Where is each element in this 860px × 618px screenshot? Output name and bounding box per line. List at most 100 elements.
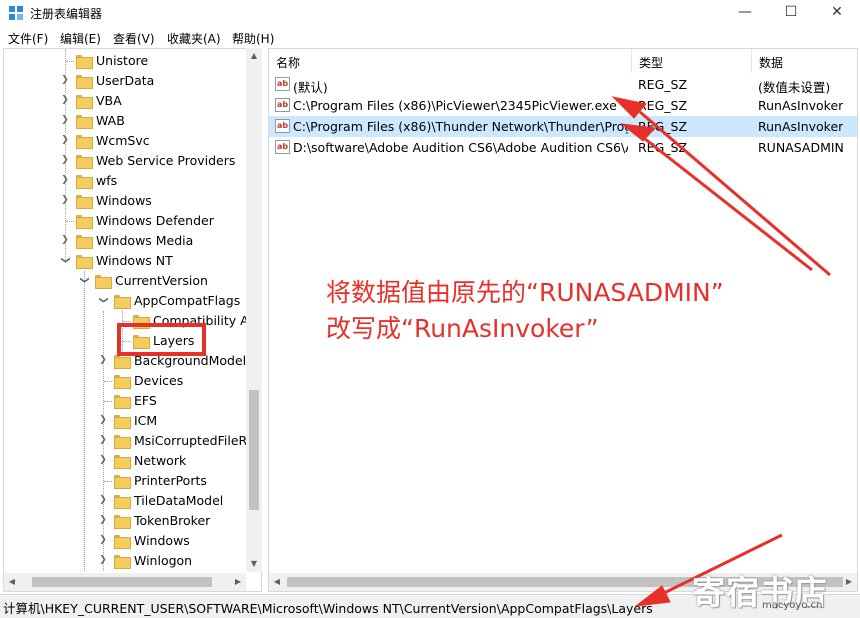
list-row-thunder[interactable]: ab C:\Program Files (x86)\Thunder Networ… xyxy=(269,116,857,137)
close-button[interactable]: ✕ xyxy=(814,0,860,26)
value-name: C:\Program Files (x86)\Thunder Network\T… xyxy=(293,119,628,134)
list-row-default[interactable]: ab (默认) REG_SZ (数值未设置) xyxy=(269,74,857,95)
folder-icon xyxy=(114,375,131,389)
chevron-right-icon[interactable]: ❯ xyxy=(60,195,70,205)
tree-item-label: WcmSvc xyxy=(96,133,150,148)
folder-icon xyxy=(76,75,93,89)
tree-item-windows[interactable]: ❯ Windows xyxy=(4,191,250,211)
tree-item-network[interactable]: ❯ Network xyxy=(4,451,250,471)
menu-favorites[interactable]: 收藏夹(A) xyxy=(167,30,221,47)
chevron-right-icon[interactable]: ❯ xyxy=(60,175,70,185)
tree-item-printerports[interactable]: PrinterPorts xyxy=(4,471,250,491)
annotation-line-1: 将数据值由原先的“RUNASADMIN” xyxy=(326,278,724,307)
minimize-button[interactable]: — xyxy=(722,0,768,26)
menu-file[interactable]: 文件(F) xyxy=(8,30,48,47)
value-type: REG_SZ xyxy=(638,77,688,92)
tree-item-userdata[interactable]: ❯ UserData xyxy=(4,71,250,91)
list-row-picviewer[interactable]: ab C:\Program Files (x86)\PicViewer\2345… xyxy=(269,95,857,116)
tree-item-vba[interactable]: ❯ VBA xyxy=(4,91,250,111)
tree-item-label: Windows Defender xyxy=(96,213,214,228)
tree-horizontal-scrollbar[interactable]: ◀ ▶ xyxy=(4,573,246,591)
chevron-down-icon[interactable]: ❯ xyxy=(60,255,70,265)
column-header-type[interactable]: 类型 xyxy=(632,49,752,73)
chevron-right-icon[interactable]: ❯ xyxy=(98,355,108,365)
tree-item-devices[interactable]: Devices xyxy=(4,371,250,391)
tree-item-winlogon[interactable]: ❯ Winlogon xyxy=(4,551,250,571)
chevron-right-icon[interactable]: ❯ xyxy=(98,435,108,445)
tree-item-wcmsvc[interactable]: ❯ WcmSvc xyxy=(4,131,250,151)
tree-item-tiledatamodel[interactable]: ❯ TileDataModel xyxy=(4,491,250,511)
scroll-up-icon[interactable]: ▲ xyxy=(246,48,262,64)
tree-item-label: CurrentVersion xyxy=(115,273,208,288)
chevron-right-icon[interactable]: ❯ xyxy=(60,155,70,165)
tree-item-label: Unistore xyxy=(96,53,149,68)
chevron-down-icon[interactable]: ❯ xyxy=(98,295,108,305)
registry-tree[interactable]: Unistore ❯ UserData ❯ VBA ❯ WAB ❯ WcmSvc… xyxy=(3,48,262,592)
tree-item-appcompatflags[interactable]: ❯ AppCompatFlags xyxy=(4,291,250,311)
tree-item-wab[interactable]: ❯ WAB xyxy=(4,111,250,131)
string-value-icon: ab xyxy=(275,77,290,91)
value-type: REG_SZ xyxy=(638,98,688,113)
chevron-right-icon[interactable]: ❯ xyxy=(60,115,70,125)
tree-item-msicorruptedfilerecovery[interactable]: ❯ MsiCorruptedFileRe xyxy=(4,431,254,451)
scroll-left-icon[interactable]: ◀ xyxy=(269,573,285,591)
chevron-right-icon[interactable]: ❯ xyxy=(60,235,70,245)
chevron-right-icon[interactable]: ❯ xyxy=(98,535,108,545)
chevron-right-icon[interactable]: ❯ xyxy=(98,495,108,505)
column-header-name[interactable]: 名称 xyxy=(269,49,632,73)
highlight-box-layers xyxy=(117,323,206,356)
list-row-audition[interactable]: ab D:\software\Adobe Audition CS6\Adobe … xyxy=(269,137,857,158)
annotation-line-2: 改写成“RunAsInvoker” xyxy=(326,314,599,343)
tree-item-wfs[interactable]: ❯ wfs xyxy=(4,171,250,191)
menu-view[interactable]: 查看(V) xyxy=(113,30,155,47)
tree-item-label: Devices xyxy=(134,373,184,388)
tree-item-label: TileDataModel xyxy=(134,493,224,508)
scroll-down-icon[interactable]: ▼ xyxy=(246,556,262,572)
chevron-right-icon[interactable]: ❯ xyxy=(60,135,70,145)
tree-item-currentversion[interactable]: ❯ CurrentVersion xyxy=(4,271,250,291)
tree-item-windows-media[interactable]: ❯ Windows Media xyxy=(4,231,250,251)
folder-icon xyxy=(114,495,131,509)
scroll-left-icon[interactable]: ◀ xyxy=(4,573,20,591)
chevron-right-icon[interactable]: ❯ xyxy=(98,515,108,525)
folder-icon xyxy=(114,295,131,309)
tree-item-efs[interactable]: EFS xyxy=(4,391,250,411)
tree-item-tokenbroker[interactable]: ❯ TokenBroker xyxy=(4,511,250,531)
tree-item-label: Network xyxy=(134,453,187,468)
tree-vertical-scrollbar[interactable]: ▲ ▼ xyxy=(246,48,262,572)
menu-edit[interactable]: 编辑(E) xyxy=(60,30,101,47)
tree-item-unistore[interactable]: Unistore xyxy=(4,51,250,71)
value-name: (默认) xyxy=(293,80,328,95)
scrollbar-thumb[interactable] xyxy=(32,577,212,587)
menu-help[interactable]: 帮助(H) xyxy=(232,30,274,47)
tree-item-label: ICM xyxy=(134,413,158,428)
tree-item-label: MsiCorruptedFileRe xyxy=(134,433,255,448)
chevron-right-icon[interactable]: ❯ xyxy=(60,75,70,85)
tree-item-web-service-providers[interactable]: ❯ Web Service Providers xyxy=(4,151,250,171)
tree-item-label: EFS xyxy=(134,393,157,408)
chevron-right-icon[interactable]: ❯ xyxy=(98,415,108,425)
watermark-logo: 寄宿书店 macyoyo.cn xyxy=(692,566,852,612)
value-type: REG_SZ xyxy=(638,119,688,134)
folder-icon xyxy=(114,395,131,409)
tree-item-label: WAB xyxy=(96,113,125,128)
maximize-button[interactable]: ☐ xyxy=(768,0,814,26)
tree-item-label: TokenBroker xyxy=(134,513,211,528)
tree-item-icm[interactable]: ❯ ICM xyxy=(4,411,250,431)
value-data: RUNASADMIN xyxy=(758,140,844,155)
column-header-data[interactable]: 数据 xyxy=(752,49,857,73)
chevron-right-icon[interactable]: ❯ xyxy=(98,455,108,465)
chevron-down-icon[interactable]: ❯ xyxy=(79,275,89,285)
folder-icon xyxy=(114,415,131,429)
tree-item-windows-defender[interactable]: Windows Defender xyxy=(4,211,250,231)
scrollbar-thumb[interactable] xyxy=(249,390,259,510)
chevron-right-icon[interactable]: ❯ xyxy=(98,555,108,565)
tree-item-windows-nt[interactable]: ❯ Windows NT xyxy=(4,251,250,271)
value-data: RunAsInvoker xyxy=(758,119,844,134)
folder-icon xyxy=(114,435,131,449)
chevron-right-icon[interactable]: ❯ xyxy=(60,95,70,105)
string-value-icon: ab xyxy=(275,140,290,154)
scroll-right-icon[interactable]: ▶ xyxy=(230,573,246,591)
tree-item-label: Winlogon xyxy=(134,553,193,568)
tree-item-windows-sub[interactable]: ❯ Windows xyxy=(4,531,250,551)
